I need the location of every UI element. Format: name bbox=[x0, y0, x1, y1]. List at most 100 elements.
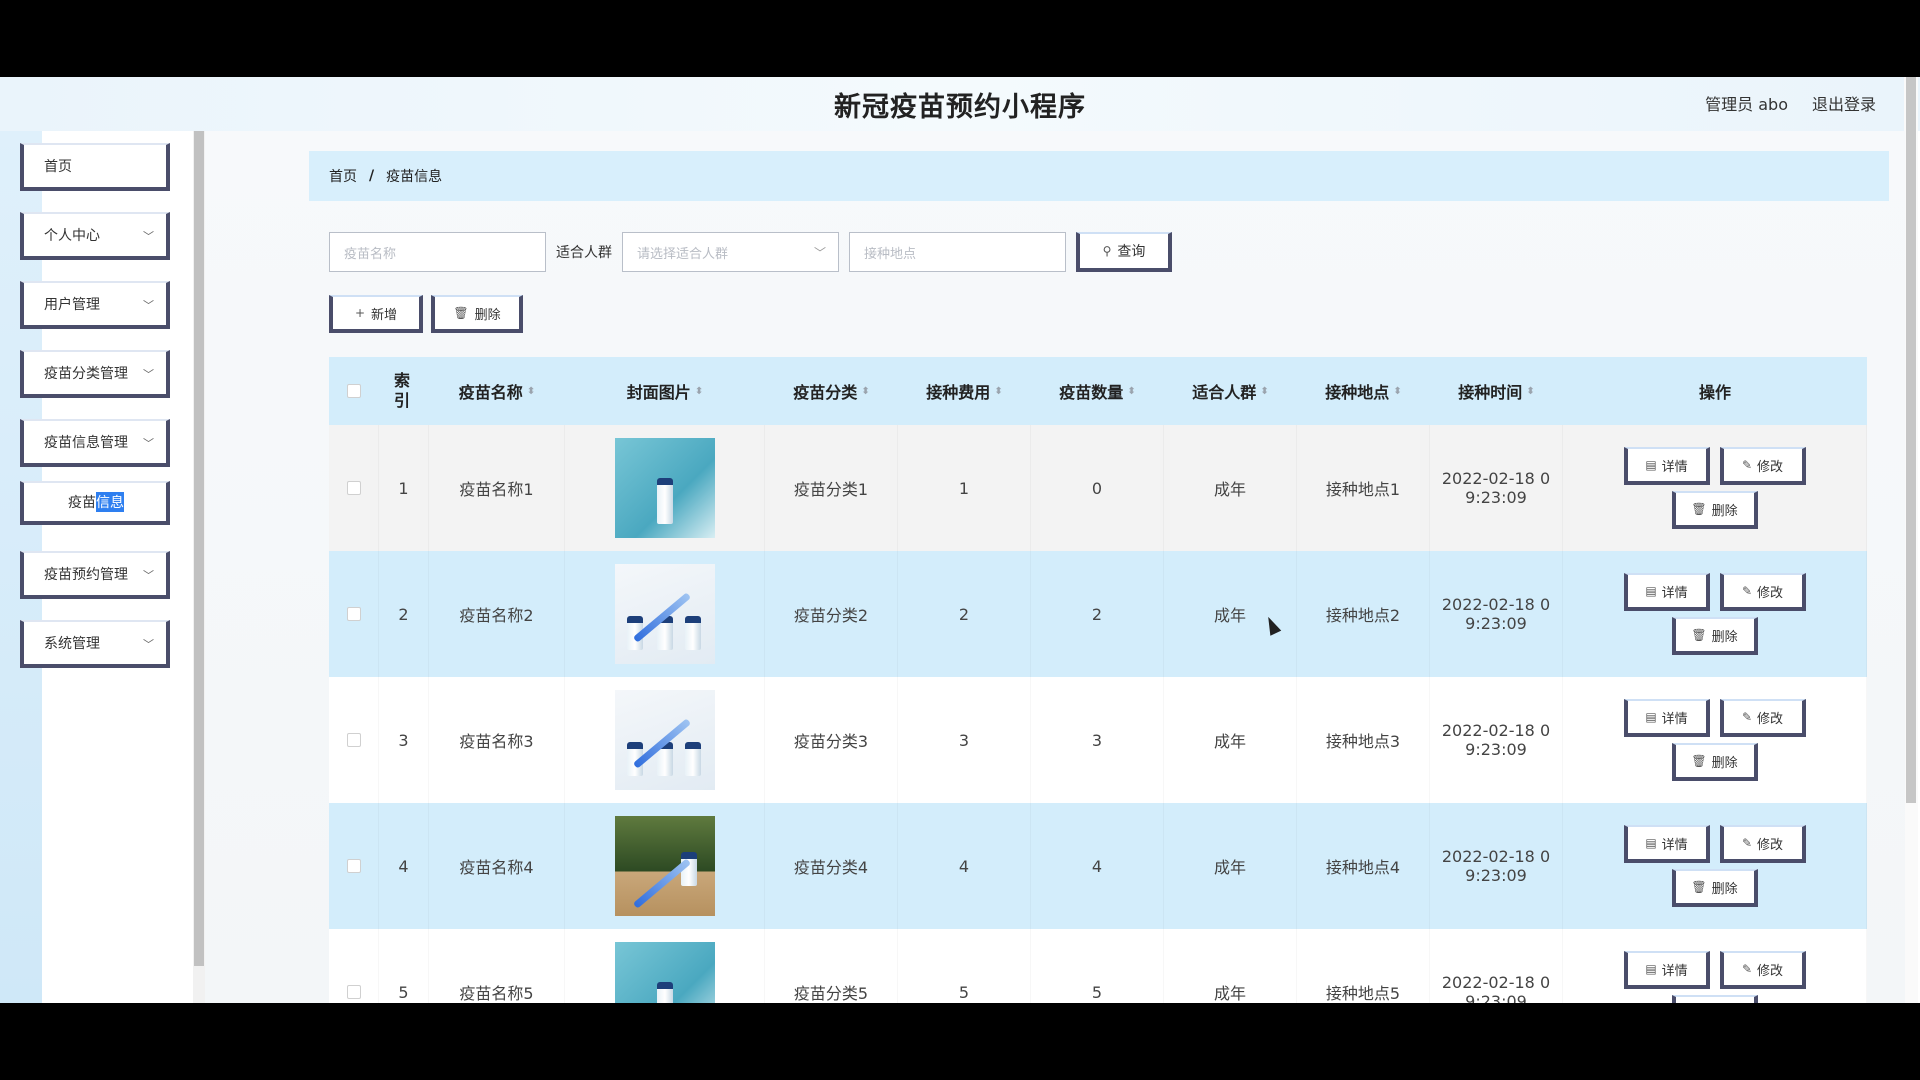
sort-icon[interactable]: ⬍ bbox=[861, 386, 869, 397]
delete-button[interactable]: 🗑删除 bbox=[1671, 869, 1758, 907]
vaccine-cover-image[interactable] bbox=[614, 942, 715, 1003]
search-button[interactable]: ⚲ 查询 bbox=[1076, 232, 1172, 272]
sidebar-scrollbar-thumb[interactable] bbox=[194, 131, 204, 966]
header-name[interactable]: 疫苗名称 ⬍ bbox=[429, 357, 565, 425]
detail-button[interactable]: ▤ 详情 bbox=[1623, 825, 1710, 863]
row-checkbox[interactable] bbox=[346, 733, 361, 747]
vaccine-cover-image[interactable] bbox=[614, 564, 715, 664]
breadcrumb-home[interactable]: 首页 bbox=[329, 166, 357, 186]
sidebar-item-users[interactable]: 用户管理 ﹀ bbox=[20, 281, 170, 329]
edit-button[interactable]: ✎ 修改 bbox=[1719, 447, 1806, 485]
sort-icon[interactable]: ⬍ bbox=[1127, 386, 1135, 397]
sort-icon[interactable]: ⬍ bbox=[527, 386, 535, 397]
trash-icon: 🗑 bbox=[1691, 628, 1707, 642]
sort-icon[interactable]: ⬍ bbox=[1393, 386, 1401, 397]
cell-crowd: 成年 bbox=[1164, 677, 1297, 803]
detail-button[interactable]: ▤ 详情 bbox=[1623, 447, 1710, 485]
location-placeholder: 接种地点 bbox=[864, 246, 917, 262]
cell-crowd: 成年 bbox=[1164, 425, 1297, 551]
sidebar-item-vaccine-category[interactable]: 疫苗分类管理 ﹀ bbox=[20, 350, 170, 398]
detail-button[interactable]: ▤ 详情 bbox=[1623, 951, 1710, 989]
cell-fee: 3 bbox=[898, 677, 1031, 803]
header-location[interactable]: 接种地点 ⬍ bbox=[1297, 357, 1430, 425]
sort-icon[interactable]: ⬍ bbox=[1260, 386, 1268, 397]
vaccine-cover-image[interactable] bbox=[614, 438, 715, 538]
row-checkbox[interactable] bbox=[346, 859, 361, 873]
delete-button[interactable]: 🗑删除 bbox=[1671, 617, 1758, 655]
edit-button[interactable]: ✎ 修改 bbox=[1719, 951, 1806, 989]
delete-button[interactable]: 🗑删除 bbox=[1671, 995, 1758, 1003]
bulk-delete-button[interactable]: 🗑 删除 bbox=[431, 295, 523, 333]
sidebar-subitem-vaccine-info[interactable]: 疫苗 信息 bbox=[20, 481, 170, 525]
header-quantity[interactable]: 疫苗数量 ⬍ bbox=[1031, 357, 1164, 425]
document-icon: ▤ bbox=[1645, 584, 1657, 598]
app-title: 新冠疫苗预约小程序 bbox=[834, 92, 1086, 123]
chevron-down-icon: ﹀ bbox=[143, 569, 154, 582]
chevron-down-icon: ﹀ bbox=[143, 437, 154, 450]
edit-label: 修改 bbox=[1757, 837, 1784, 853]
header-fee[interactable]: 接种费用 ⬍ bbox=[898, 357, 1031, 425]
row-actions: ▤ 详情 ✎ 修改 🗑 删除 bbox=[1623, 573, 1806, 655]
user-area: 管理员 abo 退出登录 bbox=[1705, 91, 1876, 115]
trash-icon: 🗑 bbox=[1691, 502, 1707, 516]
row-select[interactable] bbox=[329, 803, 379, 929]
delete-button[interactable]: 🗑删除 bbox=[1671, 743, 1758, 781]
vaccine-cover-image[interactable] bbox=[614, 690, 715, 790]
sort-icon[interactable]: ⬍ bbox=[695, 386, 703, 397]
vaccine-name-placeholder: 疫苗名称 bbox=[344, 246, 397, 262]
sidebar-item-profile[interactable]: 个人中心 ﹀ bbox=[20, 212, 170, 260]
page-scrollbar[interactable] bbox=[1904, 77, 1918, 1003]
logout-link[interactable]: 退出登录 bbox=[1812, 91, 1876, 115]
edit-button[interactable]: ✎ 修改 bbox=[1719, 825, 1806, 863]
sort-icon[interactable]: ⬍ bbox=[994, 386, 1002, 397]
page-scrollbar-thumb[interactable] bbox=[1906, 77, 1916, 803]
cell-name: 疫苗名称5 bbox=[429, 929, 565, 1003]
cell-category: 疫苗分类2 bbox=[765, 551, 898, 677]
table-row: 5 疫苗名称5 疫苗分类5 5 5 成年 接种地点5 2022-02-18 09… bbox=[329, 929, 1867, 1003]
header-category[interactable]: 疫苗分类 ⬍ bbox=[765, 357, 898, 425]
sidebar-item-appointments[interactable]: 疫苗预约管理 ﹀ bbox=[20, 551, 170, 599]
header-cover[interactable]: 封面图片 ⬍ bbox=[565, 357, 765, 425]
sort-icon[interactable]: ⬍ bbox=[1526, 386, 1534, 397]
sidebar-item-vaccine-info[interactable]: 疫苗信息管理 ﹀ bbox=[20, 419, 170, 467]
sidebar-item-system[interactable]: 系统管理 ﹀ bbox=[20, 620, 170, 668]
select-all-checkbox[interactable] bbox=[347, 384, 361, 398]
cell-category: 疫苗分类5 bbox=[765, 929, 898, 1003]
vaccine-name-input[interactable]: 疫苗名称 bbox=[329, 232, 546, 272]
time-line-2: 9:23:09 bbox=[1465, 488, 1527, 507]
document-icon: ▤ bbox=[1645, 458, 1657, 472]
detail-button[interactable]: ▤ 详情 bbox=[1623, 699, 1710, 737]
row-actions: ▤ 详情 ✎ 修改 🗑 删除 bbox=[1623, 825, 1806, 907]
cell-cover bbox=[565, 803, 765, 929]
row-checkbox[interactable] bbox=[346, 985, 361, 999]
row-checkbox[interactable] bbox=[346, 607, 361, 621]
cell-actions: ▤ 详情 ✎ 修改 🗑 删除 bbox=[1563, 677, 1867, 803]
detail-label: 详情 bbox=[1661, 459, 1688, 475]
sidebar-item-home[interactable]: 首页 bbox=[20, 143, 170, 191]
location-input[interactable]: 接种地点 bbox=[849, 232, 1066, 272]
header-time[interactable]: 接种时间 ⬍ bbox=[1430, 357, 1563, 425]
crowd-select[interactable]: 请选择适合人群 ﹀ bbox=[622, 232, 839, 272]
chevron-down-icon: ﹀ bbox=[143, 638, 154, 651]
delete-button[interactable]: 🗑删除 bbox=[1671, 491, 1758, 529]
header-crowd[interactable]: 适合人群 ⬍ bbox=[1164, 357, 1297, 425]
edit-button[interactable]: ✎ 修改 bbox=[1719, 699, 1806, 737]
pencil-icon: ✎ bbox=[1741, 962, 1753, 976]
row-select[interactable] bbox=[329, 929, 379, 1003]
edit-button[interactable]: ✎ 修改 bbox=[1719, 573, 1806, 611]
user-label: 管理员 abo bbox=[1705, 95, 1788, 114]
cell-location: 接种地点4 bbox=[1297, 803, 1430, 929]
row-select[interactable] bbox=[329, 551, 379, 677]
cell-location: 接种地点2 bbox=[1297, 551, 1430, 677]
row-checkbox[interactable] bbox=[346, 481, 361, 495]
add-button[interactable]: + 新增 bbox=[329, 295, 423, 333]
sidebar-item-label: 首页 bbox=[44, 159, 72, 175]
row-select[interactable] bbox=[329, 677, 379, 803]
pencil-icon: ✎ bbox=[1741, 836, 1753, 850]
sidebar-scrollbar[interactable] bbox=[193, 131, 205, 1003]
header-select-all[interactable] bbox=[329, 357, 379, 425]
detail-button[interactable]: ▤ 详情 bbox=[1623, 573, 1710, 611]
vaccine-cover-image[interactable] bbox=[614, 816, 715, 916]
cell-cover bbox=[565, 677, 765, 803]
row-select[interactable] bbox=[329, 425, 379, 551]
